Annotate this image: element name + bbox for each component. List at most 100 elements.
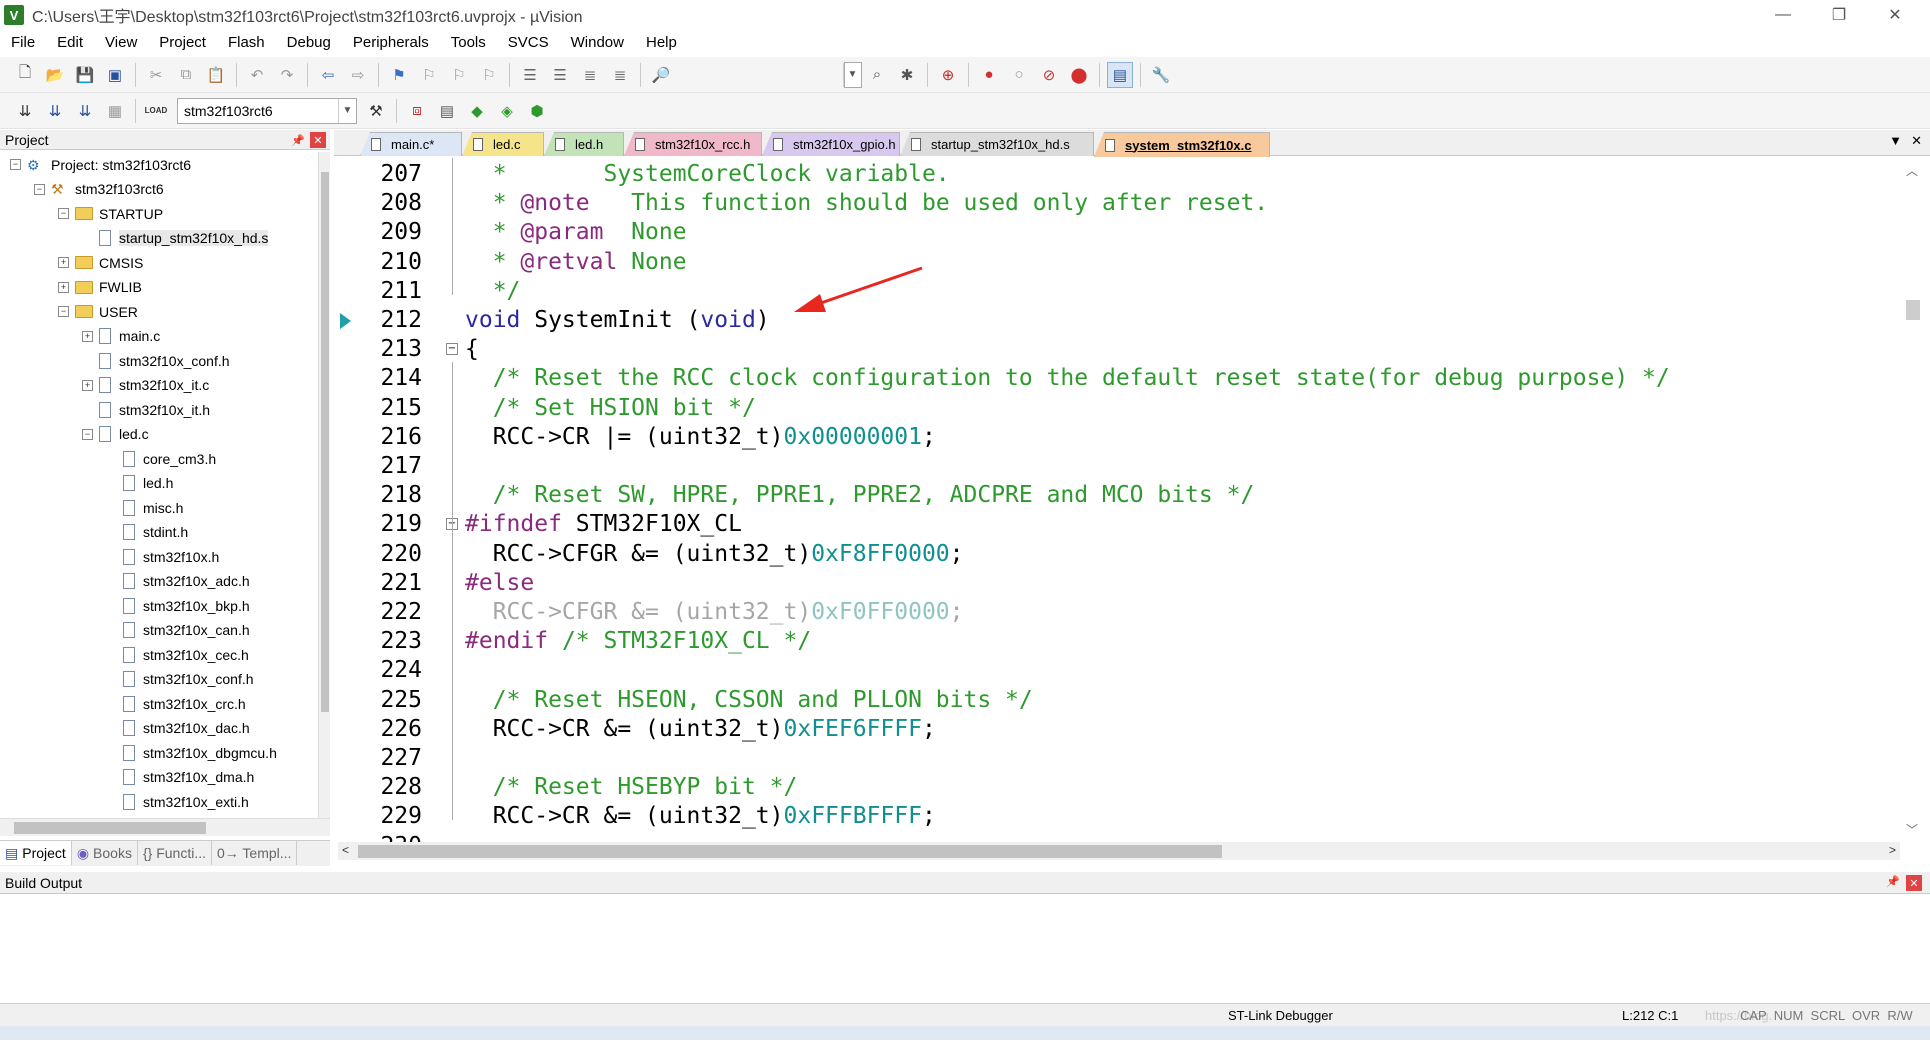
project-tree-hscrollbar[interactable] <box>0 818 330 836</box>
run-time-environment-icon[interactable]: ⬢ <box>524 98 550 124</box>
pin-icon[interactable]: 📌 <box>290 132 306 148</box>
manage-project-items-icon[interactable]: ⧈ <box>404 98 430 124</box>
tree-item[interactable]: stdint.h <box>123 520 188 545</box>
project-tree-scrollbar[interactable] <box>318 152 330 820</box>
expand-icon[interactable]: + <box>58 257 69 268</box>
prev-bookmark-icon[interactable]: ⚐ <box>416 62 442 88</box>
tab-list-icon[interactable]: ▼ <box>1889 133 1902 148</box>
tree-item[interactable]: stm32f10x_adc.h <box>123 569 250 594</box>
chevron-down-icon[interactable]: ▼ <box>843 62 861 87</box>
rebuild-icon[interactable]: ⇊ <box>72 98 98 124</box>
scrollbar-thumb[interactable] <box>358 845 1222 858</box>
tree-item[interactable]: core_cm3.h <box>123 446 216 471</box>
find-combo[interactable]: ▼ <box>843 61 862 88</box>
pin-icon[interactable]: 📌 <box>1886 875 1900 888</box>
close-tab-icon[interactable]: ✕ <box>1911 133 1922 149</box>
chevron-down-icon[interactable]: ▼ <box>338 98 356 123</box>
menu-tools[interactable]: Tools <box>440 30 497 56</box>
kill-all-breakpoints-icon[interactable]: ⬤ <box>1066 62 1092 88</box>
menu-window[interactable]: Window <box>560 30 635 56</box>
indent-icon[interactable]: ☰ <box>517 62 543 88</box>
menu-debug[interactable]: Debug <box>276 30 342 56</box>
tree-item[interactable]: stm32f10x_dbgmcu.h <box>123 740 277 765</box>
target-select[interactable]: stm32f103rct6 ▼ <box>177 97 357 124</box>
tree-item[interactable]: misc.h <box>123 495 183 520</box>
scroll-down-icon[interactable]: ﹀ <box>1906 821 1918 838</box>
download-icon[interactable]: LOAD <box>143 98 169 124</box>
insert-breakpoint-icon[interactable]: ● <box>976 62 1002 88</box>
tree-item[interactable]: startup_stm32f10x_hd.s <box>99 226 269 251</box>
tree-item[interactable]: − USER <box>58 299 138 324</box>
code-editor[interactable]: 207 208 209 210 211 212 213 214 215 216 217 218 219 2… <box>338 158 1900 842</box>
target-options-icon[interactable]: ⚒ <box>363 98 389 124</box>
collapse-icon[interactable]: − <box>10 159 21 170</box>
build-output-pane[interactable] <box>0 894 1930 996</box>
menu-peripherals[interactable]: Peripherals <box>342 30 440 56</box>
tree-item[interactable]: − led.c <box>82 422 149 447</box>
copy-icon[interactable]: ⧉ <box>173 62 199 88</box>
uncomment-icon[interactable]: ≣ <box>607 62 633 88</box>
tree-item[interactable]: stm32f10x_dac.h <box>123 716 250 741</box>
close-panel-icon[interactable]: ✕ <box>310 132 326 148</box>
save-icon[interactable]: 💾 <box>72 62 98 88</box>
editor-hscrollbar[interactable]: < > <box>338 842 1900 860</box>
tree-item[interactable]: stm32f10x_cec.h <box>123 642 249 667</box>
save-all-icon[interactable]: ▣ <box>102 62 128 88</box>
tree-item[interactable]: stm32f10x_dma.h <box>123 765 254 790</box>
expand-icon[interactable]: + <box>82 379 93 391</box>
menu-file[interactable]: File <box>0 30 46 56</box>
manage-components-icon[interactable]: ▤ <box>434 98 460 124</box>
cut-icon[interactable]: ✂ <box>143 62 169 88</box>
editor-tab[interactable]: startup_stm32f10x_hd.s <box>900 132 1094 156</box>
incremental-find-icon[interactable]: ✱ <box>894 62 920 88</box>
expand-icon[interactable]: + <box>58 281 69 293</box>
unindent-icon[interactable]: ☰ <box>547 62 573 88</box>
tree-item[interactable]: led.h <box>123 471 173 496</box>
tab-books[interactable]: ◉ Books <box>72 841 138 865</box>
collapse-icon[interactable]: − <box>82 428 93 440</box>
disable-all-breakpoints-icon[interactable]: ⊘ <box>1036 62 1062 88</box>
menu-edit[interactable]: Edit <box>46 30 94 56</box>
menu-svcs[interactable]: SVCS <box>497 30 560 56</box>
tab-functions[interactable]: {} Functi... <box>138 841 212 865</box>
scrollbar-thumb[interactable] <box>321 172 329 712</box>
tree-item[interactable]: stm32f10x_crc.h <box>123 691 246 716</box>
editor-tab[interactable]: led.h <box>544 132 624 156</box>
build-icon[interactable]: ⇊ <box>42 98 68 124</box>
tree-item[interactable]: − ⚙ Project: stm32f103rct6 <box>10 152 191 177</box>
tab-templates[interactable]: 0→ Templ... <box>212 841 298 865</box>
bookmark-icon[interactable]: ⚑ <box>386 62 412 88</box>
tab-project[interactable]: ▤ Project <box>0 841 72 865</box>
editor-vscrollbar[interactable]: ︿ ﹀ <box>1900 158 1930 842</box>
fold-collapse-icon[interactable]: − <box>446 343 458 356</box>
paste-icon[interactable]: 📋 <box>203 62 229 88</box>
tree-item[interactable]: stm32f10x.h <box>123 544 219 569</box>
menu-view[interactable]: View <box>94 30 148 56</box>
disable-breakpoint-icon[interactable]: ○ <box>1006 62 1032 88</box>
scroll-left-icon[interactable]: < <box>342 843 349 857</box>
next-bookmark-icon[interactable]: ⚐ <box>446 62 472 88</box>
tree-item[interactable]: stm32f10x_can.h <box>123 618 250 643</box>
collapse-icon[interactable]: − <box>58 306 69 317</box>
debug-session-icon[interactable]: ⊕ <box>935 62 961 88</box>
comment-icon[interactable]: ≣ <box>577 62 603 88</box>
redo-icon[interactable]: ↷ <box>274 62 300 88</box>
editor-tab[interactable]: system_stm32f10x.c <box>1094 132 1270 157</box>
editor-tab[interactable]: main.c* <box>360 132 462 156</box>
select-packs-icon[interactable]: ◆ <box>464 98 490 124</box>
tree-item[interactable]: stm32f10x_conf.h <box>99 348 230 373</box>
minimize-button[interactable]: — <box>1760 0 1806 30</box>
open-file-icon[interactable]: 📂 <box>42 62 68 88</box>
restore-button[interactable]: ❐ <box>1816 0 1862 30</box>
scroll-up-icon[interactable]: ︿ <box>1906 162 1918 179</box>
navigate-back-icon[interactable]: ⇦ <box>315 62 341 88</box>
close-button[interactable]: ✕ <box>1872 0 1918 30</box>
pack-installer-icon[interactable]: ◈ <box>494 98 520 124</box>
editor-tab[interactable]: led.c <box>462 132 544 156</box>
editor-tab[interactable]: stm32f10x_gpio.h <box>762 132 900 156</box>
undo-icon[interactable]: ↶ <box>244 62 270 88</box>
new-file-icon[interactable]: 🗋 <box>12 62 38 88</box>
tree-item[interactable]: − STARTUP <box>58 201 163 226</box>
tree-item[interactable]: − ⚒ stm32f103rct6 <box>34 177 164 202</box>
configure-icon[interactable]: 🔧 <box>1148 62 1174 88</box>
